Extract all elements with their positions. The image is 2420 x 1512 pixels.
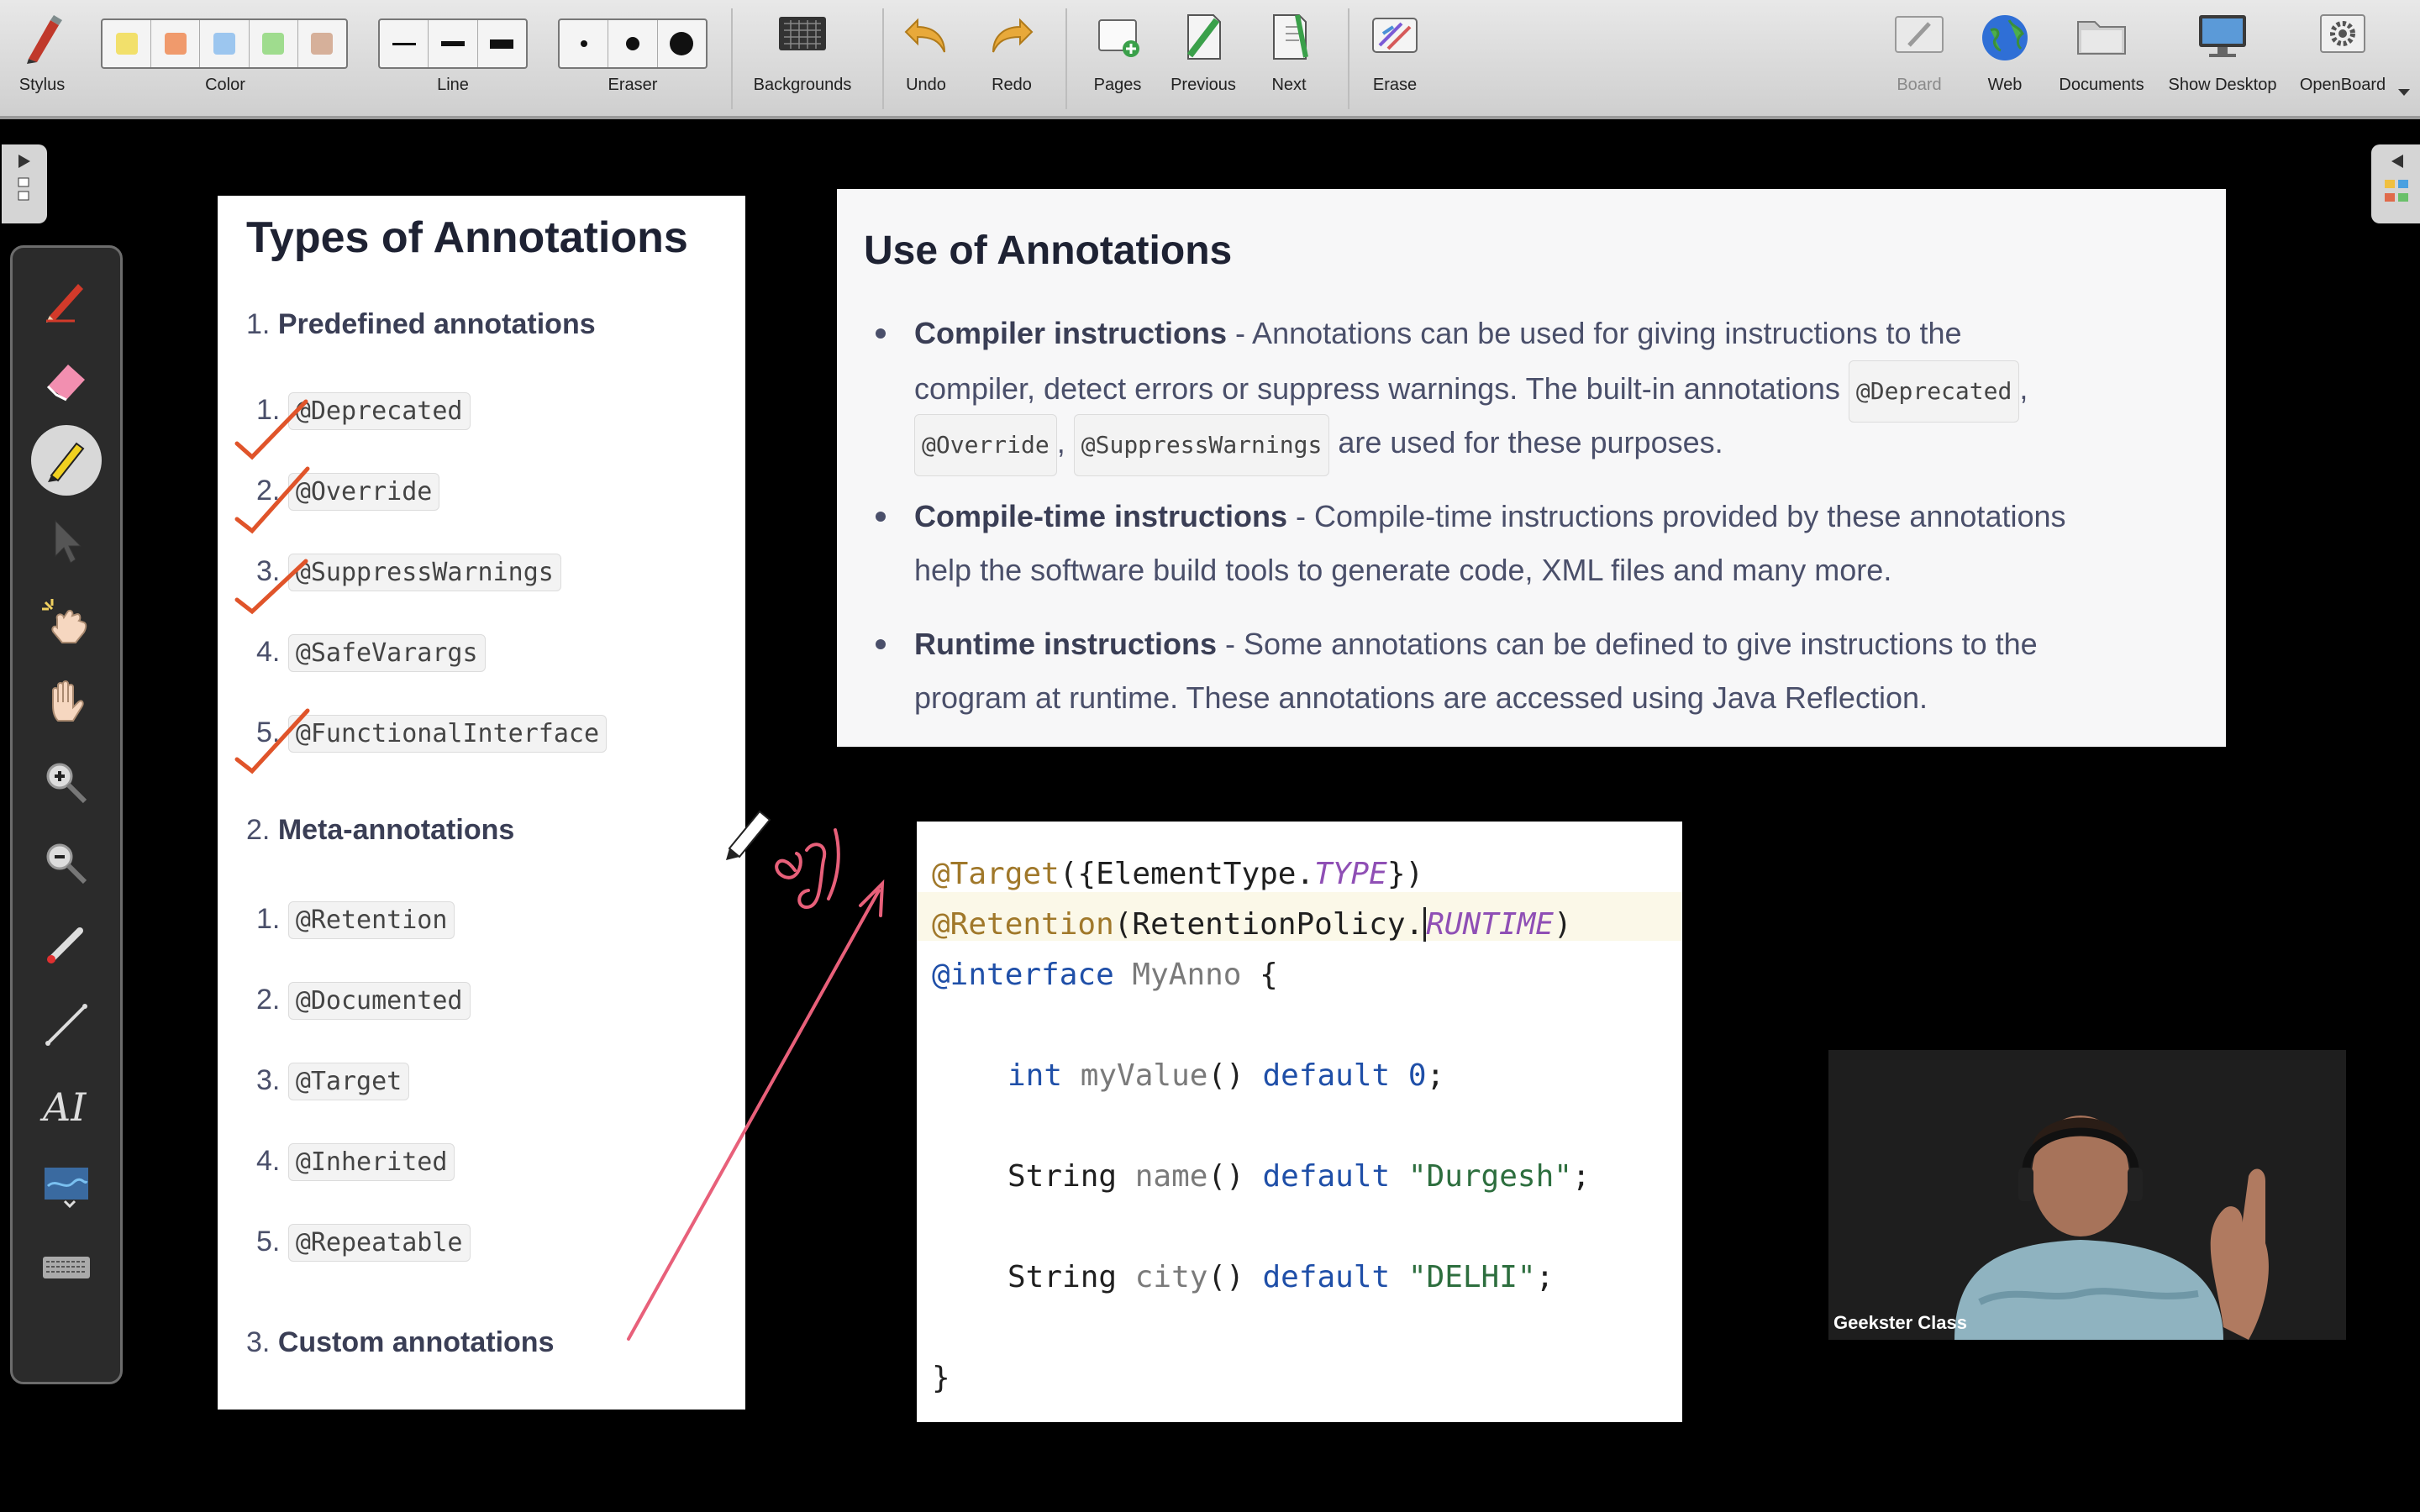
pen-cursor-icon <box>726 810 771 860</box>
arrow-ink <box>627 889 881 1341</box>
eg-handwriting <box>775 828 840 910</box>
webcam-name-label: Geekster Class <box>1833 1312 1967 1333</box>
webcam-overlay: Geekster Class <box>1828 1050 2346 1340</box>
presenter-video <box>1828 1050 2346 1340</box>
checkmark-ink <box>234 559 308 615</box>
checkmark-ink <box>234 466 310 534</box>
checkmark-ink <box>234 399 308 460</box>
arrowhead-ink <box>859 879 885 917</box>
checkmark-ink <box>234 708 310 774</box>
